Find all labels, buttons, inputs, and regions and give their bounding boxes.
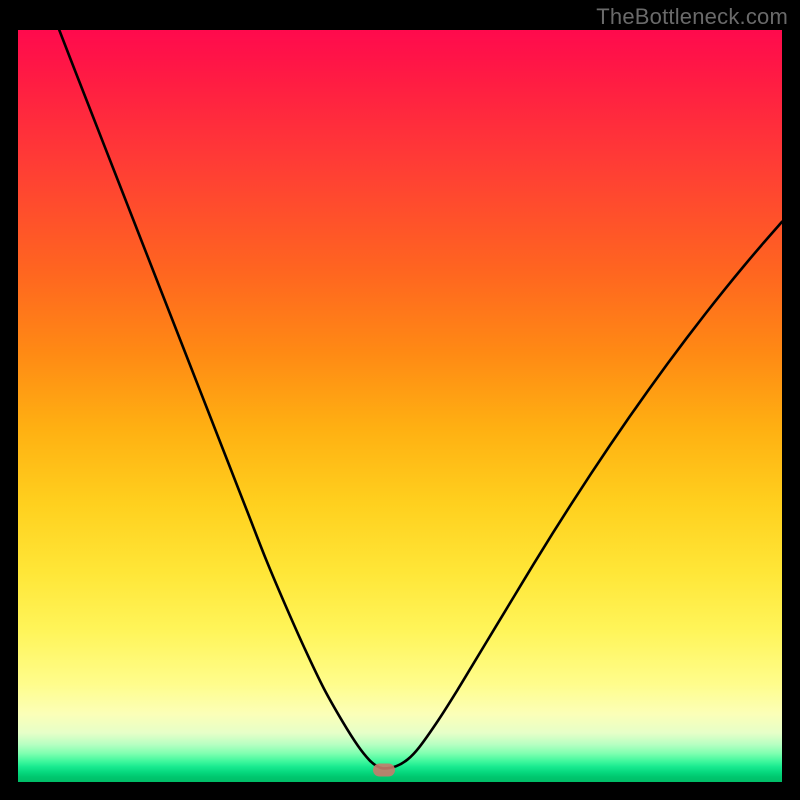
bottleneck-curve [18,30,782,782]
chart-stage: TheBottleneck.com [0,0,800,800]
optimal-point-marker [373,763,395,776]
watermark-text: TheBottleneck.com [596,4,788,30]
plot-area [18,30,782,782]
